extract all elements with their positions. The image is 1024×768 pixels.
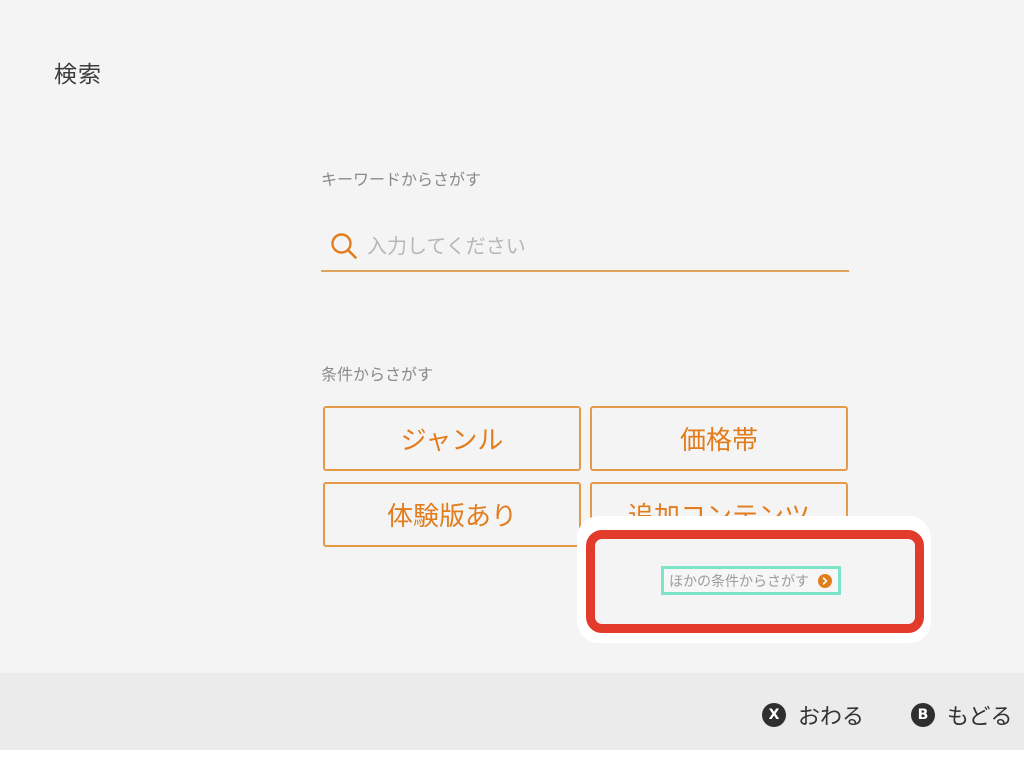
price-range-button[interactable]: 価格帯 <box>590 406 848 471</box>
demo-available-button[interactable]: 体験版あり <box>323 482 581 547</box>
footer-bar <box>0 673 1024 750</box>
search-field[interactable] <box>321 222 849 272</box>
footer-strip <box>0 750 1024 768</box>
chevron-right-icon <box>818 573 832 588</box>
search-input[interactable] <box>367 234 827 258</box>
search-icon <box>327 229 361 263</box>
back-action[interactable]: B もどる <box>911 699 1013 731</box>
close-action-label: おわる <box>798 705 865 730</box>
genre-button[interactable]: ジャンル <box>323 406 581 471</box>
other-conditions-label: ほかの条件からさがす <box>669 573 809 590</box>
x-button-icon: X <box>762 703 786 727</box>
keyword-section-label: キーワードからさがす <box>321 170 482 189</box>
page-title: 検索 <box>54 62 102 88</box>
back-action-label: もどる <box>947 705 1013 730</box>
b-button-icon: B <box>911 703 935 727</box>
close-action[interactable]: X おわる <box>762 699 864 731</box>
condition-section-label: 条件からさがす <box>321 365 434 384</box>
other-conditions-link[interactable]: ほかの条件からさがす <box>661 566 841 595</box>
